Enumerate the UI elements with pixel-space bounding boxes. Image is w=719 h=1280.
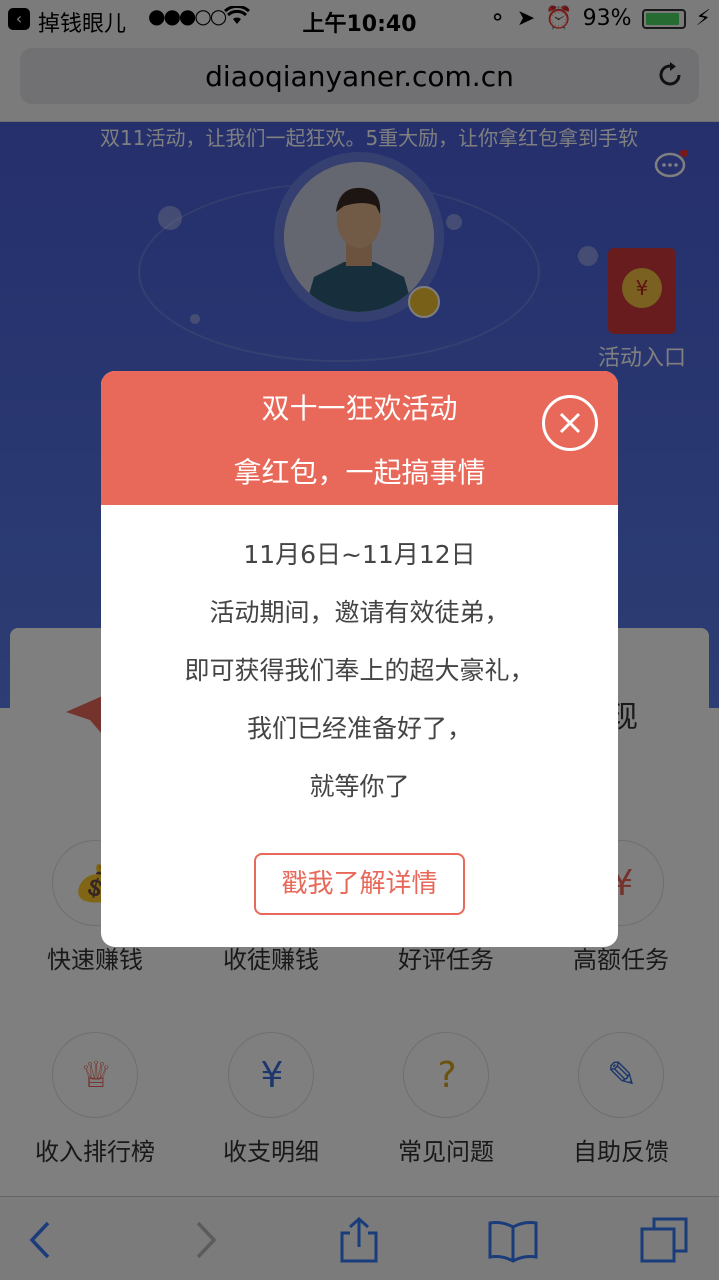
modal-line: 活动期间，邀请有效徒弟， — [209, 598, 510, 627]
modal-subtitle: 拿红包，一起搞事情 — [233, 456, 486, 489]
modal-line: 就等你了 — [309, 772, 410, 801]
modal-line: 即可获得我们奉上的超大豪礼， — [184, 656, 535, 685]
modal-date-range: 11月6日~11月12日 — [243, 540, 476, 569]
close-button[interactable] — [542, 395, 598, 451]
close-icon — [559, 412, 581, 434]
modal-line: 我们已经准备好了， — [246, 714, 472, 743]
promo-modal: 双十一狂欢活动 拿红包，一起搞事情 11月6日~11月12日 活动期间，邀请有效… — [101, 371, 618, 947]
modal-title: 双十一狂欢活动 — [261, 392, 458, 425]
modal-header: 双十一狂欢活动 拿红包，一起搞事情 — [101, 371, 618, 505]
learn-more-button[interactable]: 戳我了解详情 — [254, 853, 465, 915]
